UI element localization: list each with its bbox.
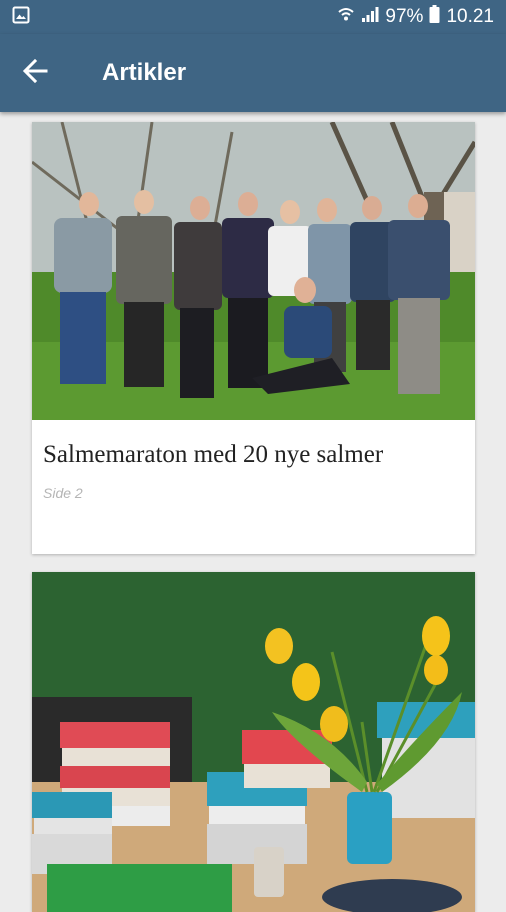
wifi-icon — [337, 6, 355, 28]
page-title: Artikler — [102, 59, 187, 86]
image-notification-icon — [12, 6, 30, 29]
app-bar: Artikler — [0, 34, 506, 112]
battery-percent: 97% — [385, 6, 424, 27]
arrow-back-icon — [22, 58, 48, 89]
article-image — [32, 572, 475, 912]
back-button[interactable] — [0, 34, 70, 112]
article-card[interactable]: Salmemaraton med 20 nye salmer Side 2 — [32, 122, 475, 554]
signal-icon — [361, 6, 379, 28]
article-page-label: Side 2 — [43, 485, 83, 501]
article-image — [32, 122, 475, 420]
status-time: 10.21 — [446, 6, 494, 27]
article-title: Salmemaraton med 20 nye salmer — [43, 441, 384, 468]
status-bar: 97% 10.21 — [0, 0, 506, 34]
article-card[interactable] — [32, 572, 475, 912]
battery-icon — [429, 5, 440, 29]
